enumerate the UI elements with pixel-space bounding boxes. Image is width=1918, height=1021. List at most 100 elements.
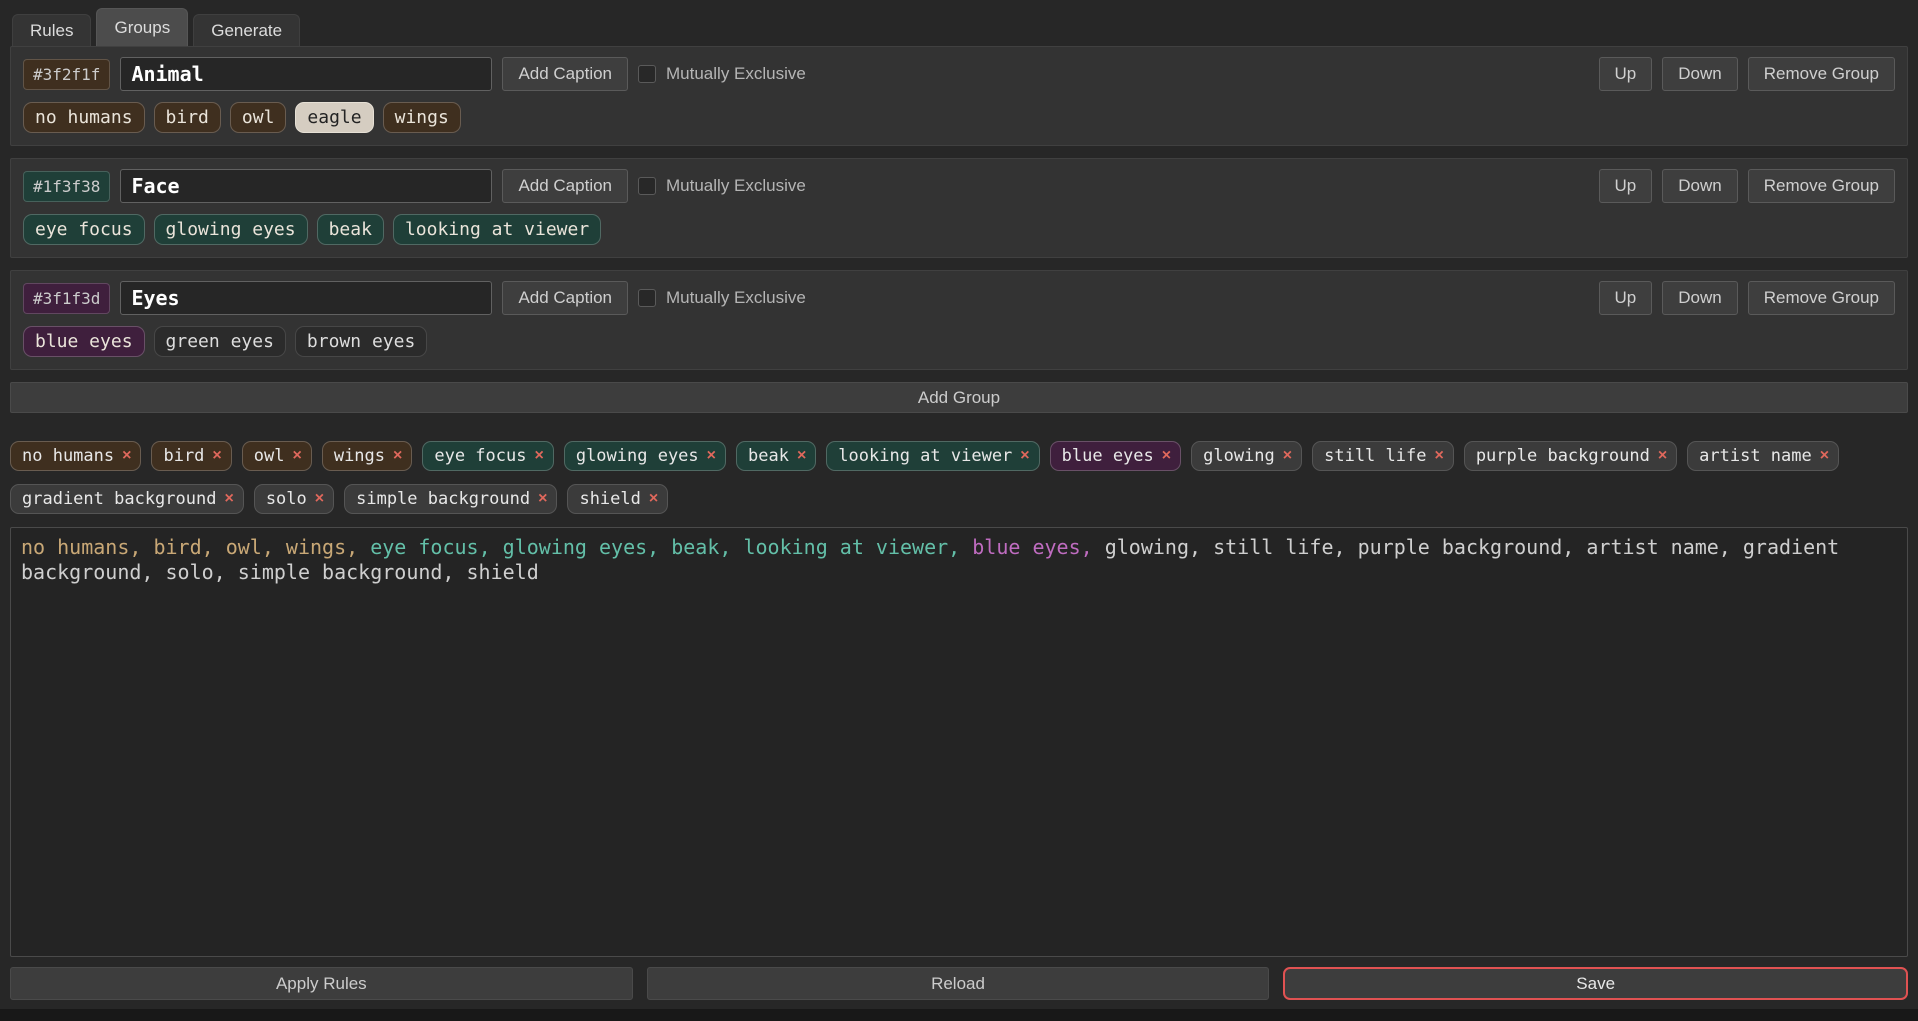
group-panel-animal: #3f2f1f Add Caption Mutually Exclusive Up Do… (10, 46, 1908, 146)
caption-chip-list: no humans × bird × owl × wings × eye focus × glowi… (10, 441, 1908, 514)
caption-tag-label: still life (1324, 446, 1427, 466)
remove-tag-icon[interactable]: × (1020, 448, 1029, 464)
move-up-button[interactable]: Up (1598, 281, 1653, 315)
group-tag[interactable]: looking at viewer (392, 214, 602, 245)
group-tag[interactable]: blue eyes (23, 326, 145, 357)
group-tag[interactable]: bird (153, 102, 221, 133)
remove-tag-icon[interactable]: × (212, 448, 221, 464)
remove-group-button[interactable]: Remove Group (1747, 281, 1895, 315)
group-tag[interactable]: beak (316, 214, 384, 245)
caption-tag-chip[interactable]: still life × (1312, 441, 1454, 471)
remove-tag-icon[interactable]: × (1283, 448, 1292, 464)
group-tag[interactable]: brown eyes (294, 326, 428, 357)
remove-tag-icon[interactable]: × (534, 448, 543, 464)
remove-tag-icon[interactable]: × (797, 448, 806, 464)
mutually-exclusive-label: Mutually Exclusive (666, 288, 806, 307)
window-bottom-strip (0, 1009, 1918, 1021)
groups-page: #3f2f1f Add Caption Mutually Exclusive Up Do… (0, 46, 1918, 1000)
caption-tag-label: glowing (1203, 446, 1275, 466)
remove-tag-icon[interactable]: × (122, 448, 131, 464)
group-tag-row: blue eyes green eyes brown eyes (23, 326, 1895, 357)
move-down-button[interactable]: Down (1662, 57, 1738, 91)
caption-segment: blue eyes, (972, 535, 1105, 559)
mutually-exclusive-checkbox[interactable] (638, 65, 657, 83)
caption-tag-chip[interactable]: solo × (253, 484, 335, 514)
caption-tag-chip[interactable]: simple background × (344, 484, 558, 514)
group-name-input[interactable] (120, 169, 493, 203)
caption-tag-label: beak (748, 446, 789, 466)
group-color-swatch[interactable]: #3f1f3d (23, 282, 111, 314)
remove-tag-icon[interactable]: × (538, 491, 547, 507)
remove-tag-icon[interactable]: × (393, 448, 402, 464)
apply-rules-button[interactable]: Apply Rules (10, 967, 633, 1000)
remove-group-button[interactable]: Remove Group (1747, 57, 1895, 91)
caption-tag-chip[interactable]: wings × (321, 441, 413, 471)
group-color-swatch[interactable]: #3f2f1f (23, 58, 111, 90)
tab-generate[interactable]: Generate (193, 14, 301, 46)
group-header: #3f1f3d Add Caption Mutually Exclusive Up Do… (23, 281, 1895, 315)
group-color-swatch[interactable]: #1f3f38 (23, 170, 111, 202)
caption-tag-chip[interactable]: bird × (151, 441, 232, 471)
caption-tag-chip[interactable]: glowing × (1191, 441, 1303, 471)
remove-tag-icon[interactable]: × (224, 491, 233, 507)
remove-tag-icon[interactable]: × (292, 448, 301, 464)
remove-tag-icon[interactable]: × (707, 448, 716, 464)
remove-tag-icon[interactable]: × (649, 491, 658, 507)
caption-tag-chip[interactable]: glowing eyes × (563, 441, 726, 471)
caption-tag-chip[interactable]: shield × (567, 484, 669, 514)
move-down-button[interactable]: Down (1662, 169, 1738, 203)
remove-tag-icon[interactable]: × (1434, 448, 1443, 464)
tab-groups[interactable]: Groups (96, 8, 189, 46)
remove-tag-icon[interactable]: × (1162, 448, 1171, 464)
caption-tag-chip[interactable]: blue eyes × (1049, 441, 1182, 471)
move-down-button[interactable]: Down (1662, 281, 1738, 315)
caption-tag-chip[interactable]: eye focus × (422, 441, 554, 471)
caption-tag-label: eye focus (434, 446, 527, 466)
reload-button[interactable]: Reload (646, 967, 1270, 1000)
group-tag-row: no humans bird owl eagle wings (23, 102, 1895, 133)
group-name-input[interactable] (120, 281, 493, 315)
group-tag[interactable]: glowing eyes (153, 214, 308, 245)
mutually-exclusive-label: Mutually Exclusive (666, 176, 806, 195)
caption-tag-chip[interactable]: purple background × (1463, 441, 1678, 471)
caption-tag-label: no humans (22, 446, 115, 466)
caption-tag-chip[interactable]: no humans × (10, 441, 142, 471)
group-tag[interactable]: no humans (23, 102, 145, 133)
tab-rules[interactable]: Rules (12, 14, 92, 46)
save-button[interactable]: Save (1283, 967, 1909, 1000)
move-up-button[interactable]: Up (1598, 169, 1653, 203)
caption-tag-label: bird (163, 446, 205, 466)
caption-tag-chip[interactable]: beak × (736, 441, 817, 471)
caption-tag-chip[interactable]: owl × (241, 441, 312, 471)
caption-tag-label: artist name (1699, 446, 1812, 466)
caption-tag-label: wings (333, 446, 386, 466)
group-tag[interactable]: green eyes (153, 326, 286, 357)
add-caption-button[interactable]: Add Caption (502, 169, 629, 203)
caption-tag-chip[interactable]: artist name × (1687, 441, 1840, 471)
groups-list: #3f2f1f Add Caption Mutually Exclusive Up Do… (10, 46, 1908, 382)
add-caption-button[interactable]: Add Caption (502, 57, 629, 91)
remove-tag-icon[interactable]: × (1820, 448, 1829, 464)
group-tag[interactable]: owl (229, 102, 287, 133)
mutually-exclusive-label: Mutually Exclusive (666, 64, 806, 83)
group-name-input[interactable] (120, 57, 493, 91)
caption-tag-label: owl (253, 446, 285, 466)
remove-tag-icon[interactable]: × (315, 491, 324, 507)
caption-tag-chip[interactable]: looking at viewer × (826, 441, 1040, 471)
add-caption-button[interactable]: Add Caption (502, 281, 629, 315)
caption-tag-label: glowing eyes (575, 446, 699, 466)
mutually-exclusive-checkbox[interactable] (638, 177, 657, 195)
add-group-button[interactable]: Add Group (10, 382, 1908, 413)
group-tag[interactable]: eagle (295, 102, 374, 133)
remove-tag-icon[interactable]: × (1658, 448, 1667, 464)
move-up-button[interactable]: Up (1598, 57, 1653, 91)
caption-tag-label: gradient background (22, 489, 217, 509)
caption-tag-label: solo (265, 489, 307, 509)
mutually-exclusive-checkbox[interactable] (638, 289, 657, 307)
remove-group-button[interactable]: Remove Group (1747, 169, 1895, 203)
group-tag[interactable]: eye focus (23, 214, 145, 245)
group-tag[interactable]: wings (382, 102, 461, 133)
group-header: #3f2f1f Add Caption Mutually Exclusive Up Do… (23, 57, 1895, 91)
caption-tag-chip[interactable]: gradient background × (10, 484, 244, 514)
caption-textarea[interactable]: no humans, bird, owl, wings, eye focus, … (10, 527, 1908, 957)
